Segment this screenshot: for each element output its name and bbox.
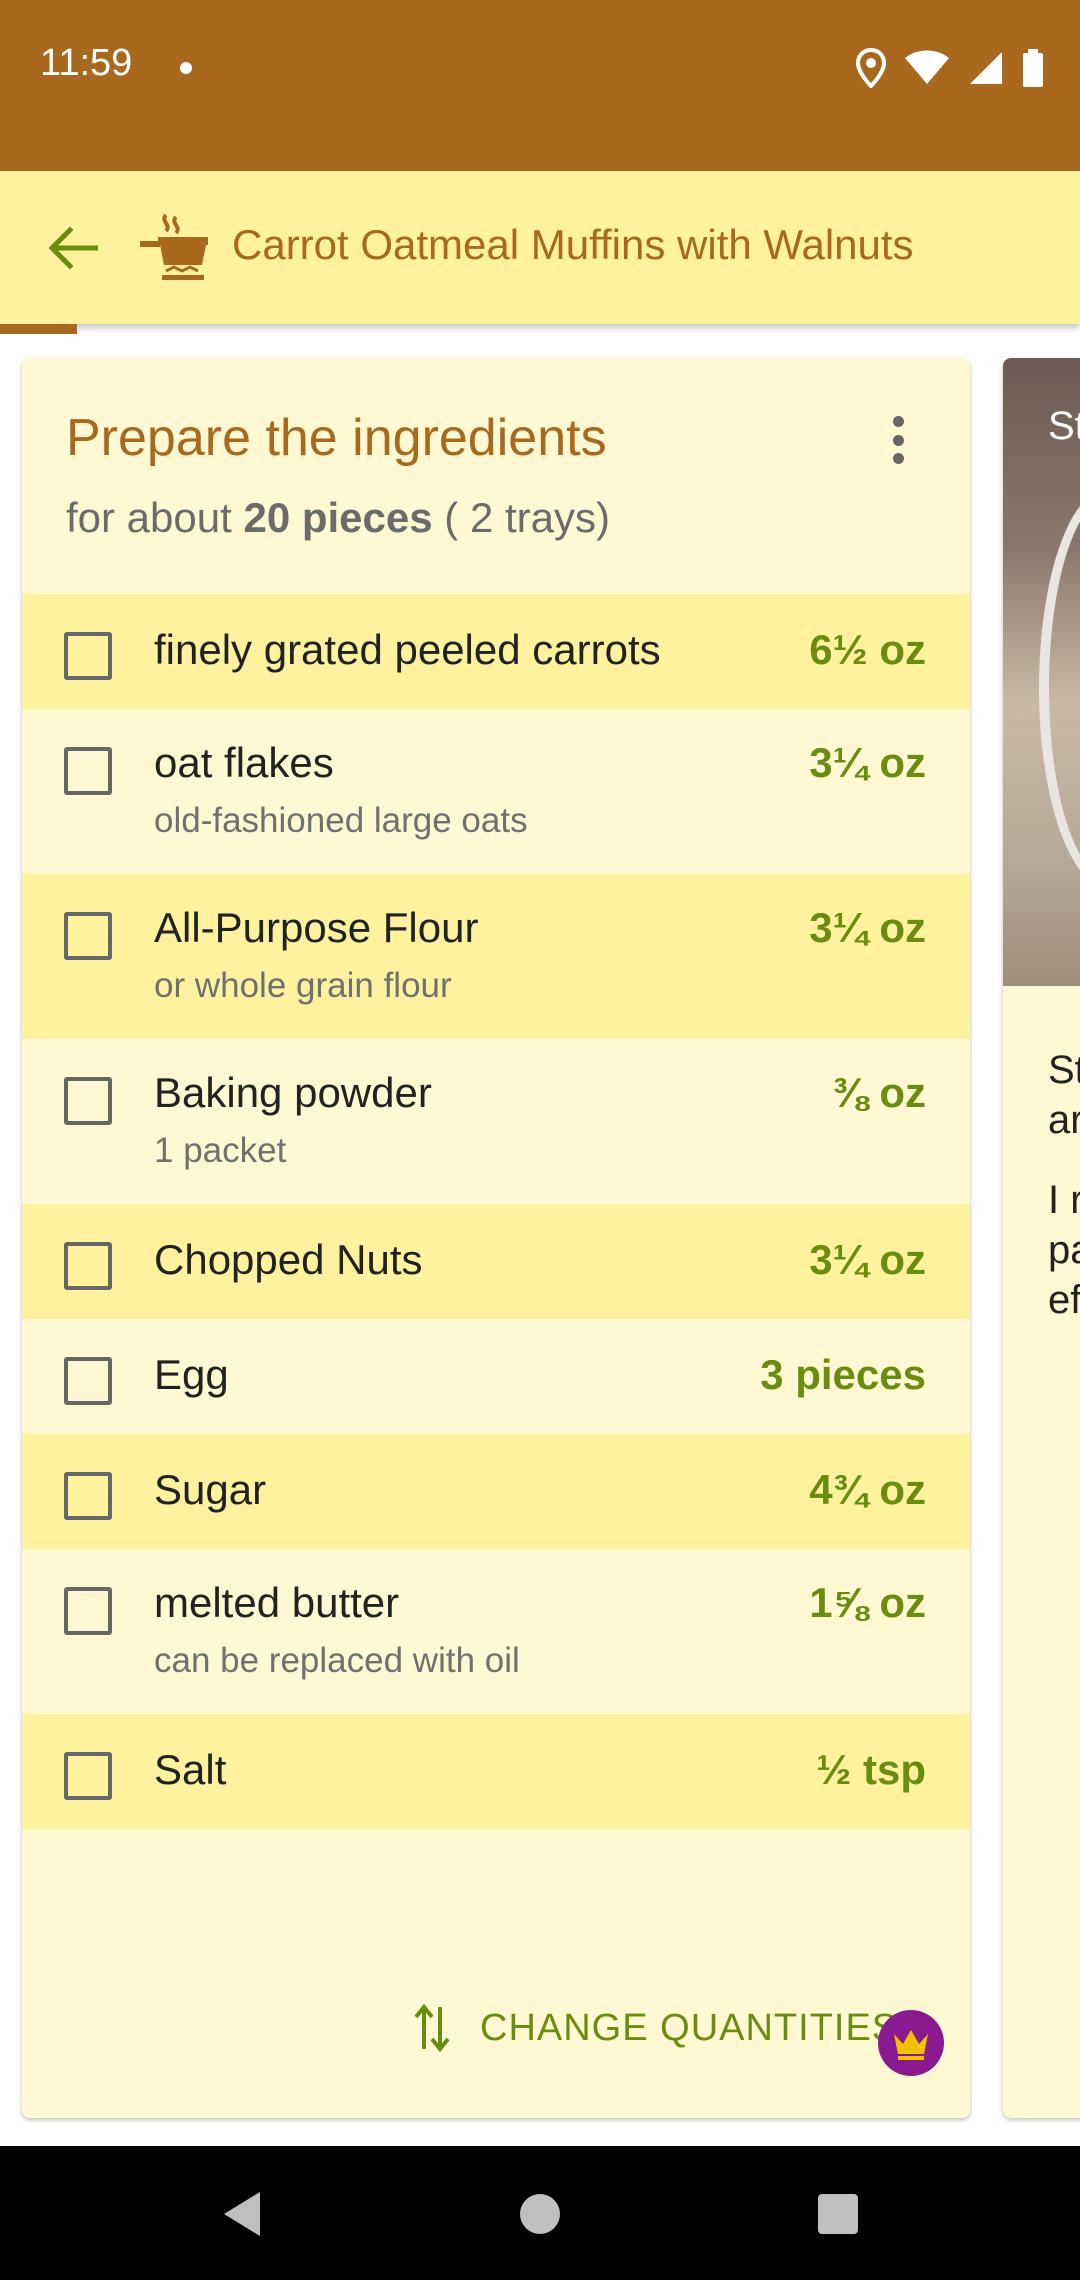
arrow-left-icon — [48, 226, 98, 270]
page-title: Carrot Oatmeal Muffins with Walnuts — [232, 221, 914, 268]
ingredient-quantity: ⅜ oz — [832, 1069, 926, 1116]
ingredient-quantity: 1⅝ oz — [809, 1579, 926, 1626]
ingredient-checkbox[interactable] — [64, 912, 112, 960]
change-quantities-button[interactable]: CHANGE QUANTITIES — [412, 1998, 898, 2058]
system-nav-bar — [0, 2146, 1080, 2280]
ingredient-row[interactable]: Chopped Nuts 3¼ oz — [22, 1204, 970, 1319]
more-vert-icon — [892, 416, 904, 427]
step-text-line: I r — [1048, 1178, 1080, 1222]
notification-dot-icon — [180, 62, 192, 74]
ingredient-quantity: ½ tsp — [816, 1746, 926, 1793]
card-subtitle: for about 20 pieces ( 2 trays) — [66, 494, 610, 542]
status-bar: 11:59 — [0, 0, 1080, 171]
content-area: Prepare the ingredients for about 20 pie… — [0, 324, 1080, 2146]
battery-icon — [1023, 49, 1043, 87]
ingredient-name: Egg — [154, 1351, 229, 1398]
ingredient-name: melted butter — [154, 1579, 400, 1626]
app-bar: Carrot Oatmeal Muffins with Walnuts — [0, 171, 1080, 324]
ingredient-row[interactable]: Salt ½ tsp — [22, 1714, 970, 1829]
status-time: 11:59 — [40, 42, 133, 84]
location-icon — [856, 48, 886, 88]
ingredient-quantity: 3¼ oz — [809, 1236, 926, 1283]
card-title: Prepare the ingredients — [66, 409, 607, 467]
step-text-line: ef — [1048, 1278, 1080, 1322]
ingredient-name: Salt — [154, 1746, 227, 1793]
ingredient-checkbox[interactable] — [64, 1077, 112, 1125]
ingredient-name: Chopped Nuts — [154, 1236, 423, 1283]
ingredient-checkbox[interactable] — [64, 747, 112, 795]
ingredient-row[interactable]: All-Purpose Flour or whole grain flour 3… — [22, 874, 970, 1039]
subtitle-amount: 20 pieces — [243, 494, 433, 541]
premium-badge[interactable] — [878, 2010, 944, 2076]
page-indicator — [0, 324, 77, 334]
ingredient-checkbox[interactable] — [64, 1357, 112, 1405]
subtitle-prefix: for about — [66, 494, 244, 541]
nav-back-icon[interactable] — [220, 2190, 264, 2238]
wifi-icon — [905, 50, 949, 84]
more-vert-dot — [892, 453, 904, 464]
ingredient-row[interactable]: Sugar 4¾ oz — [22, 1434, 970, 1549]
ingredient-checkbox[interactable] — [64, 632, 112, 680]
ingredient-checkbox[interactable] — [64, 1752, 112, 1800]
change-quantities-label: CHANGE QUANTITIES — [480, 2006, 899, 2049]
ingredient-note: can be replaced with oil — [154, 1641, 520, 1680]
ingredient-checkbox[interactable] — [64, 1472, 112, 1520]
ingredient-checkbox[interactable] — [64, 1242, 112, 1290]
ingredient-checkbox[interactable] — [64, 1587, 112, 1635]
ingredient-list: finely grated peeled carrots 6½ oz oat f… — [22, 594, 970, 1829]
step-text-line: St — [1048, 1048, 1080, 1092]
step-photo-title: St — [1048, 404, 1080, 448]
ingredient-row[interactable]: melted butter can be replaced with oil 1… — [22, 1549, 970, 1714]
ingredient-name: All-Purpose Flour — [154, 904, 479, 951]
ingredient-note: or whole grain flour — [154, 966, 452, 1005]
step-text-line: ar — [1048, 1098, 1080, 1142]
crown-icon — [894, 2030, 928, 2060]
ingredient-name: oat flakes — [154, 739, 334, 786]
ingredient-name: finely grated peeled carrots — [154, 626, 661, 673]
ingredients-card: Prepare the ingredients for about 20 pie… — [22, 358, 970, 2118]
ingredient-quantity: 3¼ oz — [809, 904, 926, 951]
ingredient-note: 1 packet — [154, 1131, 287, 1170]
step-text-line: pa — [1048, 1228, 1080, 1272]
back-button[interactable] — [40, 215, 106, 281]
ingredient-row[interactable]: finely grated peeled carrots 6½ oz — [22, 594, 970, 709]
more-vert-dot — [892, 434, 904, 446]
ingredient-quantity: 4¾ oz — [809, 1466, 926, 1513]
more-options-button[interactable] — [878, 410, 918, 470]
cooking-pot-icon — [140, 213, 208, 280]
swap-vert-icon — [414, 2003, 450, 2053]
ingredient-name: Sugar — [154, 1466, 267, 1513]
ingredient-row[interactable]: Baking powder 1 packet ⅜ oz — [22, 1039, 970, 1204]
nav-recents-icon[interactable] — [818, 2194, 858, 2234]
status-icons — [856, 48, 1044, 88]
nav-home-icon[interactable] — [520, 2194, 560, 2234]
ingredient-row[interactable]: Egg 3 pieces — [22, 1319, 970, 1434]
next-step-card[interactable]: St St ar I r pa ef — [1003, 358, 1080, 2118]
signal-icon — [970, 52, 1002, 84]
ingredient-note: old-fashioned large oats — [154, 801, 528, 840]
ingredient-name: Baking powder — [154, 1069, 432, 1116]
ingredient-quantity: 3 pieces — [760, 1351, 926, 1398]
ingredient-quantity: 3¼ oz — [809, 739, 926, 786]
subtitle-suffix: ( 2 trays) — [432, 494, 610, 541]
ingredient-quantity: 6½ oz — [809, 626, 926, 673]
ingredient-row[interactable]: oat flakes old-fashioned large oats 3¼ o… — [22, 709, 970, 874]
